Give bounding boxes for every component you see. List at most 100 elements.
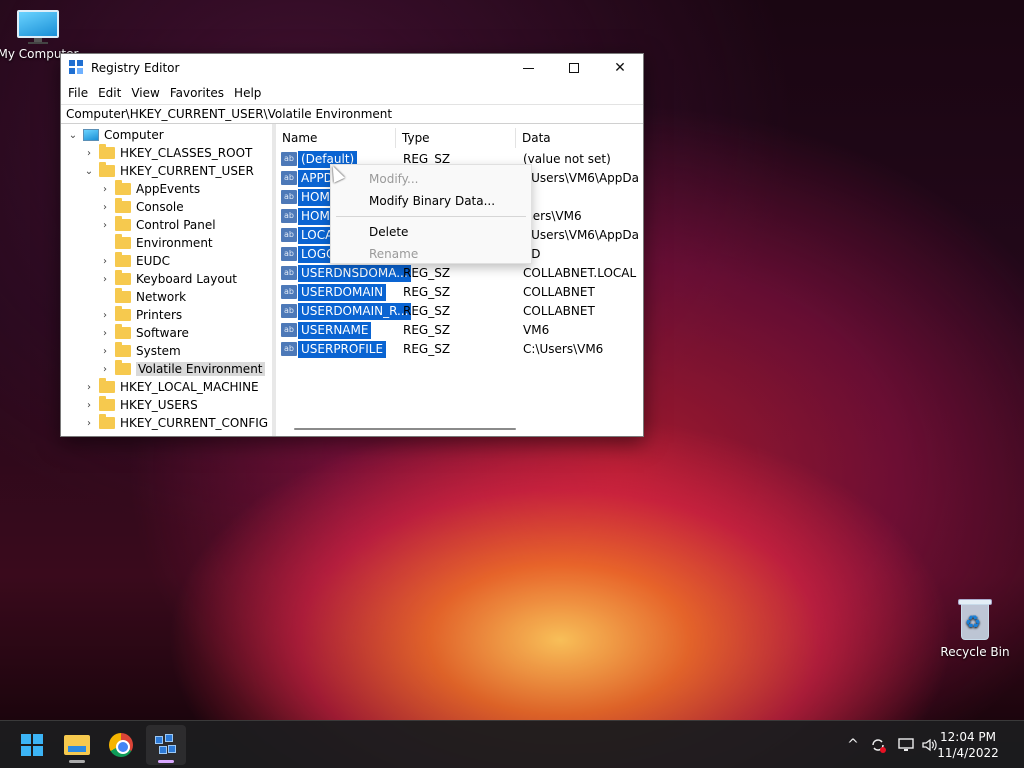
file-explorer-icon	[64, 735, 90, 755]
close-button[interactable]: ✕	[597, 54, 643, 82]
tree-item-software[interactable]: › Software	[99, 324, 189, 342]
chevron-right-icon[interactable]: ›	[83, 147, 95, 159]
value-row[interactable]: ab USERDOMAIN REG_SZ COLLABNET	[280, 283, 643, 302]
minimize-button[interactable]	[505, 54, 551, 82]
tree-item-label: Volatile Environment	[136, 362, 265, 376]
menu-view[interactable]: View	[126, 86, 164, 100]
chevron-right-icon[interactable]: ›	[83, 399, 95, 411]
string-value-icon: ab	[281, 266, 297, 280]
taskbar-clock[interactable]: 12:04 PM 11/4/2022	[928, 729, 1008, 761]
chevron-right-icon[interactable]: ›	[99, 345, 111, 357]
chevron-right-icon[interactable]: ›	[99, 219, 111, 231]
tree-item-hkey-local-machine[interactable]: › HKEY_LOCAL_MACHINE	[83, 378, 259, 396]
tree-item-environment[interactable]: Environment	[99, 234, 213, 252]
value-row[interactable]: ab USERDNSDOMA... REG_SZ COLLABNET.LOCAL	[280, 264, 643, 283]
tree-item-label: Printers	[136, 308, 183, 322]
chevron-right-icon[interactable]: ›	[99, 363, 111, 375]
tree-item-hkey-users[interactable]: › HKEY_USERS	[83, 396, 198, 414]
network-icon	[898, 738, 914, 751]
string-value-icon: ab	[281, 152, 297, 166]
folder-icon	[115, 234, 131, 249]
address-bar[interactable]: Computer\HKEY_CURRENT_USER\Volatile Envi…	[61, 104, 643, 124]
tree-item-system[interactable]: › System	[99, 342, 181, 360]
folder-icon	[115, 252, 131, 267]
taskbar-chrome[interactable]	[101, 725, 141, 765]
chevron-right-icon[interactable]: ›	[99, 201, 111, 213]
start-button[interactable]	[12, 725, 52, 765]
chevron-down-icon[interactable]: ⌄	[67, 129, 79, 141]
chevron-right-icon[interactable]: ›	[99, 273, 111, 285]
chevron-right-icon[interactable]: ›	[99, 183, 111, 195]
registry-editor-icon	[155, 734, 177, 756]
tree-item-appevents[interactable]: › AppEvents	[99, 180, 200, 198]
folder-icon	[99, 162, 115, 177]
running-indicator	[158, 760, 174, 763]
tree-item-network[interactable]: Network	[99, 288, 186, 306]
tray-sync-button[interactable]	[866, 721, 890, 768]
tree-item-control-panel[interactable]: › Control Panel	[99, 216, 216, 234]
folder-icon	[115, 198, 131, 213]
tree-item-label: HKEY_LOCAL_MACHINE	[120, 380, 259, 394]
column-header-data[interactable]: Data	[516, 128, 643, 148]
window-title: Registry Editor	[91, 61, 180, 75]
tree-item-printers[interactable]: › Printers	[99, 306, 182, 324]
chevron-down-icon[interactable]: ⌄	[83, 165, 95, 177]
horizontal-scrollbar[interactable]	[294, 428, 516, 430]
tree-item-computer[interactable]: ⌄ Computer	[67, 126, 164, 144]
taskbar-registry-editor[interactable]	[146, 725, 186, 765]
tray-overflow-button[interactable]: ^	[842, 721, 864, 768]
context-menu-delete[interactable]: Delete	[332, 221, 530, 243]
column-header-name[interactable]: Name	[276, 128, 396, 148]
maximize-button[interactable]	[551, 54, 597, 82]
tree-item-eudc[interactable]: › EUDC	[99, 252, 170, 270]
tree-item-hkey-current-config[interactable]: › HKEY_CURRENT_CONFIG	[83, 414, 268, 432]
value-row[interactable]: ab USERNAME REG_SZ VM6	[280, 321, 643, 340]
string-value-icon: ab	[281, 209, 297, 223]
clock-time: 12:04 PM	[940, 730, 996, 744]
folder-icon	[115, 180, 131, 195]
folder-icon	[115, 360, 131, 375]
tree-item-hkey-classes-root[interactable]: › HKEY_CLASSES_ROOT	[83, 144, 252, 162]
desktop-icon-recycle-bin[interactable]: ♻ Recycle Bin	[933, 598, 1017, 659]
context-menu-rename[interactable]: Rename	[332, 243, 530, 265]
tree-item-keyboard-layout[interactable]: › Keyboard Layout	[99, 270, 237, 288]
folder-icon	[115, 270, 131, 285]
chevron-right-icon[interactable]: ›	[99, 327, 111, 339]
tree-item-label: Network	[136, 290, 187, 304]
chevron-right-icon[interactable]: ›	[83, 417, 95, 429]
value-type: REG_SZ	[403, 304, 451, 318]
folder-icon	[99, 396, 115, 411]
tree-item-hkey-current-user[interactable]: ⌄ HKEY_CURRENT_USER	[83, 162, 254, 180]
context-menu-modify-binary-data[interactable]: Modify Binary Data...	[332, 190, 530, 212]
folder-icon	[99, 378, 115, 393]
title-bar[interactable]: Registry Editor ✕	[61, 54, 643, 82]
chevron-right-icon[interactable]: ›	[83, 381, 95, 393]
tree-item-console[interactable]: › Console	[99, 198, 184, 216]
column-header-type[interactable]: Type	[396, 128, 516, 148]
value-type: REG_SZ	[403, 323, 451, 337]
folder-icon	[115, 216, 131, 231]
menu-help[interactable]: Help	[229, 86, 266, 100]
tree-item-volatile-environment[interactable]: › Volatile Environment	[99, 360, 265, 378]
chevron-right-icon[interactable]: ›	[99, 309, 111, 321]
chevron-right-icon[interactable]: ›	[99, 255, 111, 267]
folder-icon	[115, 306, 131, 321]
menu-favorites[interactable]: Favorites	[165, 86, 229, 100]
taskbar-file-explorer[interactable]	[57, 725, 97, 765]
value-row[interactable]: ab USERPROFILE REG_SZ C:\Users\VM6	[280, 340, 643, 359]
value-data: :\Users\VM6\AppDa	[523, 171, 640, 185]
string-value-icon: ab	[281, 247, 297, 261]
registry-editor-icon	[69, 60, 85, 76]
start-icon	[21, 734, 43, 756]
sync-error-icon	[872, 739, 886, 753]
menu-edit[interactable]: Edit	[93, 86, 126, 100]
context-menu-modify[interactable]: Modify...	[332, 168, 530, 190]
recycle-bin-icon: ♻	[957, 598, 993, 642]
string-value-icon: ab	[281, 190, 297, 204]
value-name: HOM	[298, 189, 333, 206]
menu-file[interactable]: File	[63, 86, 93, 100]
value-data: COLLABNET.LOCAL	[523, 266, 637, 280]
close-icon: ✕	[614, 60, 626, 76]
tray-network-button[interactable]	[894, 721, 918, 768]
value-row[interactable]: ab USERDOMAIN_R... REG_SZ COLLABNET	[280, 302, 643, 321]
